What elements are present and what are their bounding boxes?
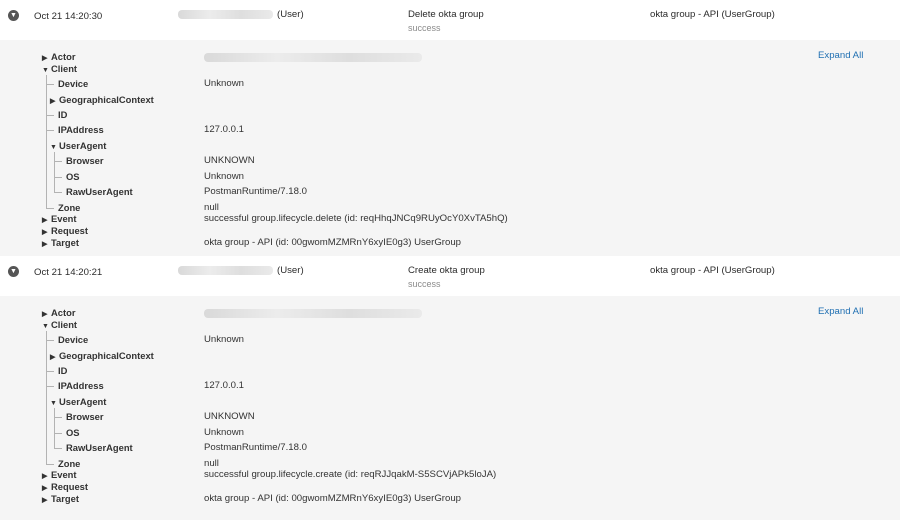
event-header[interactable]: ▼ Oct 21 14:20:30 (User) Delete okta gro… xyxy=(0,0,900,40)
tree-line xyxy=(54,177,62,178)
tree-key-id: ID xyxy=(58,109,68,120)
tree-node-client[interactable]: ▼ Client xyxy=(42,319,77,331)
event-entry: ▼ Oct 21 14:20:21 (User) Create okta gro… xyxy=(0,256,900,512)
tree-node-request[interactable]: ▶ Request xyxy=(42,225,88,237)
client-ip-value: 127.0.0.1 xyxy=(204,380,245,391)
target-value: okta group - API (id: 00gwomMZMRnY6xyIE0… xyxy=(204,493,462,504)
event-entry: ▼ Oct 21 14:20:30 (User) Delete okta gro… xyxy=(0,0,900,256)
tree-node-target[interactable]: ▶ Target xyxy=(42,237,79,249)
tree-node-useragent[interactable]: ▼ UserAgent xyxy=(50,140,106,152)
redacted-actor-value xyxy=(204,309,422,318)
triangle-down-icon: ▼ xyxy=(50,400,57,407)
tree-line xyxy=(46,386,54,387)
event-actor: (User) xyxy=(178,9,304,20)
tree-line xyxy=(46,464,54,465)
tree-line xyxy=(54,408,55,449)
triangle-right-icon: ▶ xyxy=(50,98,56,105)
tree-node-target[interactable]: ▶ Target xyxy=(42,493,79,505)
tree-line xyxy=(46,130,54,131)
tree-key-raw: RawUserAgent xyxy=(66,186,133,197)
event-target: okta group - API (UserGroup) xyxy=(650,265,775,276)
triangle-down-icon: ▼ xyxy=(42,67,49,74)
tree-key-ip: IPAddress xyxy=(58,380,104,391)
expand-all-link[interactable]: Expand All xyxy=(818,50,863,61)
tree-key-raw: RawUserAgent xyxy=(66,442,133,453)
tree-node-request[interactable]: ▶ Request xyxy=(42,481,88,493)
tree-node-actor[interactable]: ▶ Actor xyxy=(42,51,75,63)
actor-type: (User) xyxy=(277,265,304,276)
tree-line xyxy=(54,433,62,434)
tree-node-actor[interactable]: ▶ Actor xyxy=(42,307,75,319)
tree-node-useragent[interactable]: ▼ UserAgent xyxy=(50,396,106,408)
event-outcome: success xyxy=(408,279,441,289)
event-time: Oct 21 14:20:30 xyxy=(34,11,103,22)
tree-line xyxy=(46,371,54,372)
tree-line xyxy=(54,192,62,193)
client-device-value: Unknown xyxy=(204,334,244,345)
event-actor: (User) xyxy=(178,265,304,276)
tree-node-client[interactable]: ▼ Client xyxy=(42,63,77,75)
tree-line xyxy=(46,331,47,464)
event-details: Expand All ▶ Actor ▼ Client Device Unknown… xyxy=(0,296,900,512)
tree-key-browser: Browser xyxy=(66,411,104,422)
tree-line xyxy=(54,152,55,193)
ua-raw-value: PostmanRuntime/7.18.0 xyxy=(204,442,307,453)
redacted-actor-value xyxy=(204,53,422,62)
event-value: successful group.lifecycle.delete (id: r… xyxy=(204,213,508,224)
chevron-down-icon[interactable]: ▼ xyxy=(8,10,19,21)
tree-key-os: OS xyxy=(66,427,80,438)
triangle-down-icon: ▼ xyxy=(50,144,57,151)
tree-key-browser: Browser xyxy=(66,155,104,166)
chevron-down-icon[interactable]: ▼ xyxy=(8,266,19,277)
tree-line xyxy=(54,417,62,418)
event-outcome: success xyxy=(408,23,441,33)
tree-key-ip: IPAddress xyxy=(58,124,104,135)
tree-line xyxy=(46,84,54,85)
tree-line xyxy=(46,75,47,208)
event-value: successful group.lifecycle.create (id: r… xyxy=(204,469,497,480)
event-target: okta group - API (UserGroup) xyxy=(650,9,775,20)
event-time: Oct 21 14:20:21 xyxy=(34,267,103,278)
tree-node-geo[interactable]: ▶ GeographicalContext xyxy=(50,94,154,106)
tree-line xyxy=(46,208,54,209)
triangle-right-icon: ▶ xyxy=(42,241,48,248)
ua-os-value: Unknown xyxy=(204,171,244,182)
triangle-right-icon: ▶ xyxy=(42,497,48,504)
tree-line xyxy=(46,340,54,341)
client-ip-value: 127.0.0.1 xyxy=(204,124,245,135)
target-value: okta group - API (id: 00gwomMZMRnY6xyIE0… xyxy=(204,237,462,248)
ua-raw-value: PostmanRuntime/7.18.0 xyxy=(204,186,307,197)
ua-browser-value: UNKNOWN xyxy=(204,411,255,422)
tree-line xyxy=(46,115,54,116)
redacted-actor-name xyxy=(178,10,273,19)
tree-line xyxy=(54,448,62,449)
expand-all-link[interactable]: Expand All xyxy=(818,306,863,317)
ua-browser-value: UNKNOWN xyxy=(204,155,255,166)
actor-type: (User) xyxy=(277,9,304,20)
event-details: Expand All ▶ Actor ▼ Client Device Unknown… xyxy=(0,40,900,256)
tree-node-geo[interactable]: ▶ GeographicalContext xyxy=(50,350,154,362)
tree-key-os: OS xyxy=(66,171,80,182)
triangle-down-icon: ▼ xyxy=(42,323,49,330)
client-device-value: Unknown xyxy=(204,78,244,89)
event-action: Create okta group xyxy=(408,265,485,276)
redacted-actor-name xyxy=(178,266,273,275)
event-header[interactable]: ▼ Oct 21 14:20:21 (User) Create okta gro… xyxy=(0,256,900,296)
tree-key-id: ID xyxy=(58,365,68,376)
tree-key-device: Device xyxy=(58,78,89,89)
tree-key-device: Device xyxy=(58,334,89,345)
event-action: Delete okta group xyxy=(408,9,484,20)
ua-os-value: Unknown xyxy=(204,427,244,438)
tree-node-event[interactable]: ▶ Event xyxy=(42,213,77,225)
triangle-right-icon: ▶ xyxy=(50,354,56,361)
tree-line xyxy=(54,161,62,162)
tree-node-event[interactable]: ▶ Event xyxy=(42,469,77,481)
